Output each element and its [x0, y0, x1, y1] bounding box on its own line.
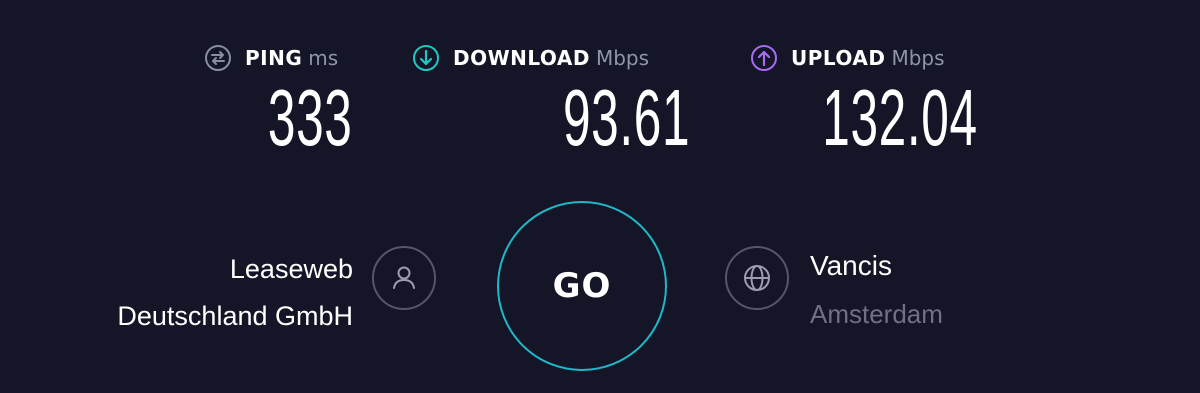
download-header: DOWNLOAD Mbps — [412, 40, 690, 76]
download-unit: Mbps — [595, 46, 650, 70]
upload-header: UPLOAD Mbps — [750, 40, 978, 76]
upload-unit: Mbps — [891, 46, 945, 70]
provider-name-line1: Leaseweb — [229, 254, 353, 284]
download-arrow-icon — [413, 45, 439, 71]
provider-name[interactable]: Leaseweb Deutschland GmbH — [13, 246, 353, 340]
provider-button[interactable] — [372, 246, 436, 310]
download-value: 93.61 — [562, 73, 690, 162]
server-name[interactable]: Vancis — [810, 244, 892, 288]
upload-value: 132.04 — [822, 73, 978, 162]
ping-label: PING ms — [245, 44, 338, 72]
server-location: Amsterdam — [810, 299, 943, 329]
person-icon — [393, 266, 415, 289]
upload-label-text: UPLOAD — [791, 46, 886, 70]
server-button[interactable] — [725, 246, 789, 310]
upload-arrow-icon — [751, 45, 777, 71]
speedtest-panel: PING ms 333 DOWNLOAD Mbps 93.61 UPLOAD Mbps… — [0, 0, 1200, 393]
ping-icon — [205, 45, 231, 71]
ping-metric: PING ms 333 — [204, 40, 352, 160]
go-button[interactable]: GO — [497, 201, 667, 371]
globe-icon — [744, 265, 770, 291]
upload-label: UPLOAD Mbps — [791, 44, 945, 72]
provider-name-line2: Deutschland GmbH — [117, 301, 353, 331]
go-label: GO — [552, 266, 612, 306]
download-metric: DOWNLOAD Mbps 93.61 — [412, 40, 690, 160]
upload-metric: UPLOAD Mbps 132.04 — [750, 40, 978, 160]
ping-unit: ms — [308, 46, 339, 70]
ping-header: PING ms — [204, 40, 352, 76]
download-label: DOWNLOAD Mbps — [453, 44, 649, 72]
ping-label-text: PING — [245, 46, 303, 70]
ping-value: 333 — [267, 73, 352, 162]
download-label-text: DOWNLOAD — [453, 46, 590, 70]
